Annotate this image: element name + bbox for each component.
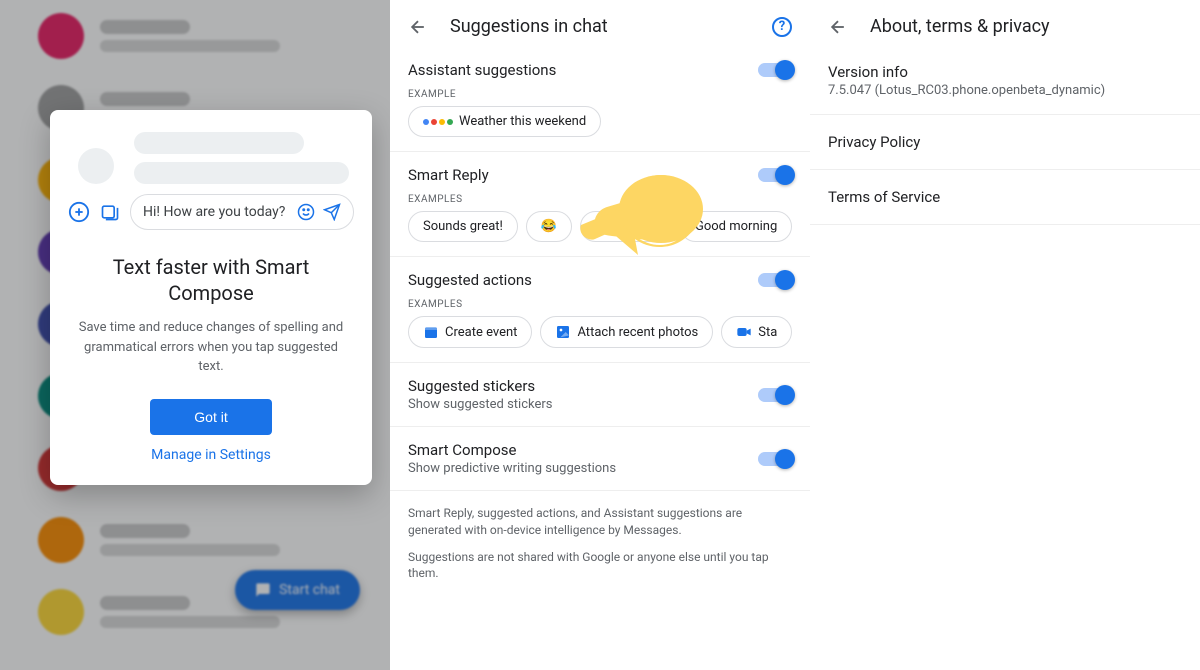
version-info-item[interactable]: Version info 7.5.047 (Lotus_RC03.phone.o… bbox=[810, 47, 1200, 115]
assistant-icon bbox=[423, 119, 453, 125]
compose-input-preview: Hi! How are you today? bbox=[130, 194, 354, 230]
suggested-action-chip[interactable]: Sta bbox=[721, 316, 792, 348]
got-it-button[interactable]: Got it bbox=[150, 399, 271, 435]
appbar-title: About, terms & privacy bbox=[870, 16, 1182, 37]
assistant-suggestions-toggle[interactable] bbox=[758, 63, 792, 77]
appbar-title: Suggestions in chat bbox=[450, 16, 772, 37]
send-icon[interactable] bbox=[323, 203, 341, 221]
compose-placeholder-text: Hi! How are you today? bbox=[143, 204, 297, 220]
back-arrow-icon[interactable] bbox=[408, 17, 432, 37]
smart-reply-chip[interactable]: Thanks 👍 bbox=[580, 211, 672, 242]
emoji-icon[interactable] bbox=[297, 203, 315, 221]
screenshot-about-terms-privacy: About, terms & privacy Version info 7.5.… bbox=[810, 0, 1200, 670]
smart-reply-chip[interactable]: 😂 bbox=[526, 211, 572, 242]
examples-tag: EXAMPLES bbox=[408, 299, 792, 310]
back-arrow-icon[interactable] bbox=[828, 17, 852, 37]
terms-of-service-item[interactable]: Terms of Service bbox=[810, 170, 1200, 225]
promo-title: Text faster with Smart Compose bbox=[78, 254, 344, 306]
smart-compose-label: Smart Compose bbox=[408, 441, 758, 459]
suggested-stickers-section: Suggested stickers Show suggested sticke… bbox=[390, 363, 810, 427]
assistant-suggestions-section: Assistant suggestions EXAMPLE Weather th… bbox=[390, 47, 810, 152]
screenshot-smart-compose-promo: Start chat Hi! How are you today? bbox=[0, 0, 390, 670]
suggested-actions-toggle[interactable] bbox=[758, 273, 792, 287]
gallery-icon[interactable] bbox=[100, 202, 120, 222]
suggested-actions-section: Suggested actions EXAMPLES Create event … bbox=[390, 257, 810, 363]
smart-reply-label: Smart Reply bbox=[408, 166, 758, 184]
smart-reply-section: Smart Reply EXAMPLES Sounds great! 😂 Tha… bbox=[390, 152, 810, 257]
screenshot-suggestions-settings: Suggestions in chat ? Assistant suggesti… bbox=[390, 0, 810, 670]
chip-label: Weather this weekend bbox=[459, 114, 586, 129]
video-icon bbox=[736, 324, 752, 340]
suggested-actions-label: Suggested actions bbox=[408, 271, 758, 289]
version-label: Version info bbox=[828, 63, 1182, 81]
help-icon[interactable]: ? bbox=[772, 17, 792, 37]
suggested-action-chip[interactable]: Create event bbox=[408, 316, 532, 348]
examples-tag: EXAMPLES bbox=[408, 194, 792, 205]
version-value: 7.5.047 (Lotus_RC03.phone.openbeta_dynam… bbox=[828, 83, 1182, 98]
suggested-stickers-sub: Show suggested stickers bbox=[408, 397, 758, 412]
smart-reply-chip[interactable]: Good morning bbox=[680, 211, 792, 242]
plus-circle-icon[interactable] bbox=[68, 201, 90, 223]
example-tag: EXAMPLE bbox=[408, 89, 792, 100]
smart-reply-chip[interactable]: Sounds great! bbox=[408, 211, 518, 242]
avatar-placeholder bbox=[78, 148, 114, 184]
assistant-suggestions-label: Assistant suggestions bbox=[408, 61, 758, 79]
suggested-action-chip[interactable]: Attach recent photos bbox=[540, 316, 713, 348]
smart-compose-promo-card: Hi! How are you today? Text faster with … bbox=[50, 110, 372, 485]
smart-compose-sub: Show predictive writing suggestions bbox=[408, 461, 758, 476]
suggested-stickers-toggle[interactable] bbox=[758, 388, 792, 402]
message-bubble-placeholder bbox=[134, 162, 349, 184]
photo-icon bbox=[555, 324, 571, 340]
privacy-policy-item[interactable]: Privacy Policy bbox=[810, 115, 1200, 170]
footer-note: Smart Reply, suggested actions, and Assi… bbox=[390, 491, 810, 596]
suggested-stickers-label: Suggested stickers bbox=[408, 377, 758, 395]
smart-compose-section: Smart Compose Show predictive writing su… bbox=[390, 427, 810, 491]
appbar: Suggestions in chat ? bbox=[390, 0, 810, 47]
manage-in-settings-link[interactable]: Manage in Settings bbox=[68, 447, 354, 463]
calendar-icon bbox=[423, 324, 439, 340]
promo-description: Save time and reduce changes of spelling… bbox=[68, 318, 354, 377]
appbar: About, terms & privacy bbox=[810, 0, 1200, 47]
assistant-example-chip[interactable]: Weather this weekend bbox=[408, 106, 601, 137]
smart-compose-toggle[interactable] bbox=[758, 452, 792, 466]
smart-reply-toggle[interactable] bbox=[758, 168, 792, 182]
message-bubble-placeholder bbox=[134, 132, 304, 154]
